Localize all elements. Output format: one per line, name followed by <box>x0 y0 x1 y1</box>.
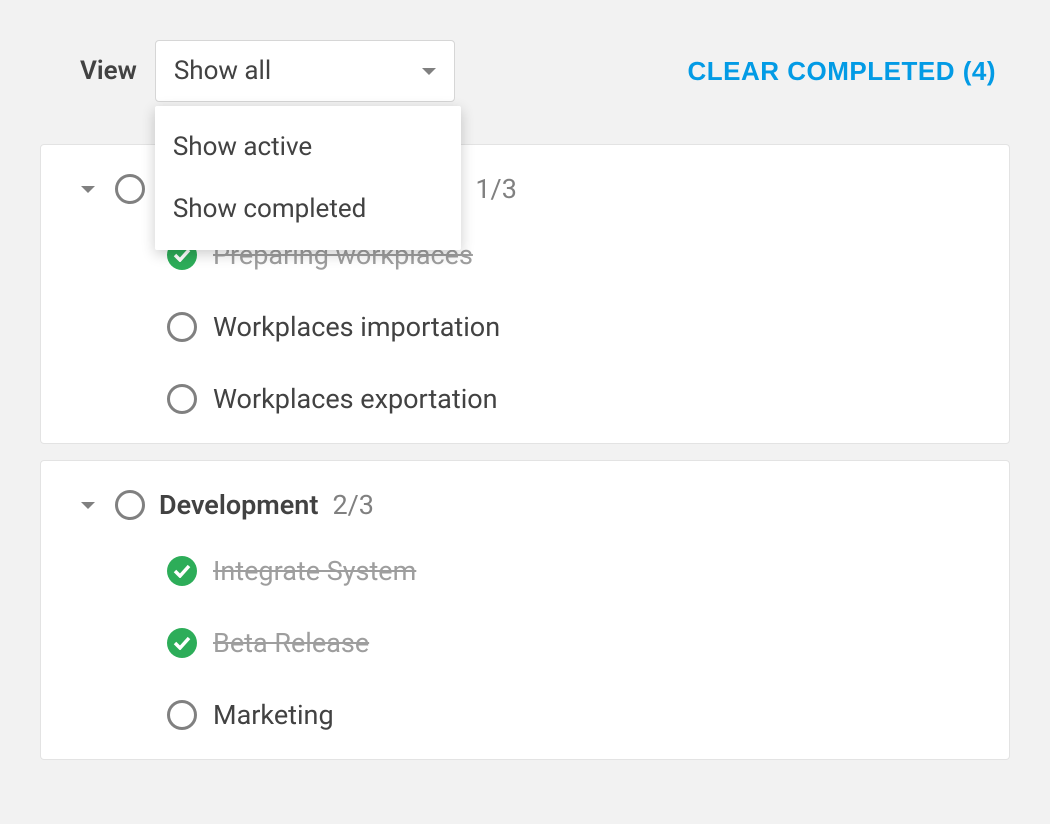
chevron-down-icon <box>422 68 436 75</box>
task-item: Workplaces importation <box>167 311 979 343</box>
select-value: Show all <box>174 56 271 86</box>
group-checkbox[interactable] <box>115 174 145 204</box>
task-list: Integrate System Beta Release Marketing <box>81 555 979 731</box>
group-card: Development 2/3 Integrate System Beta Re… <box>40 460 1010 760</box>
collapse-icon[interactable] <box>81 186 95 193</box>
group-header: Development 2/3 <box>81 489 979 521</box>
view-label: View <box>80 56 137 86</box>
checkbox-unchecked-icon[interactable] <box>167 384 197 414</box>
select-option-completed[interactable]: Show completed <box>155 178 461 240</box>
checkbox-checked-icon[interactable] <box>167 628 197 658</box>
group-count: 1/3 <box>475 173 517 205</box>
task-list: Preparing workplaces Workplaces importat… <box>81 239 979 415</box>
task-item: Marketing <box>167 699 979 731</box>
task-label: Workplaces importation <box>213 311 500 343</box>
task-label: Integrate System <box>213 555 416 587</box>
group-title: Development <box>159 489 318 521</box>
collapse-icon[interactable] <box>81 502 95 509</box>
checkbox-checked-icon[interactable] <box>167 556 197 586</box>
checkbox-unchecked-icon[interactable] <box>167 700 197 730</box>
task-item: Beta Release <box>167 627 979 659</box>
clear-completed-button[interactable]: CLEAR COMPLETED (4) <box>688 56 1007 87</box>
group-count: 2/3 <box>332 489 374 521</box>
select-dropdown: Show active Show completed <box>155 106 461 250</box>
group-checkbox[interactable] <box>115 490 145 520</box>
task-label: Workplaces exportation <box>213 383 498 415</box>
task-label: Beta Release <box>213 627 369 659</box>
task-label: Marketing <box>213 699 334 731</box>
toolbar-left: View Show all Show active Show completed <box>80 40 455 102</box>
toolbar: View Show all Show active Show completed… <box>40 40 1010 102</box>
task-item: Integrate System <box>167 555 979 587</box>
select-option-active[interactable]: Show active <box>155 116 461 178</box>
task-item: Workplaces exportation <box>167 383 979 415</box>
view-select[interactable]: Show all Show active Show completed <box>155 40 455 102</box>
select-display[interactable]: Show all <box>155 40 455 102</box>
checkbox-unchecked-icon[interactable] <box>167 312 197 342</box>
